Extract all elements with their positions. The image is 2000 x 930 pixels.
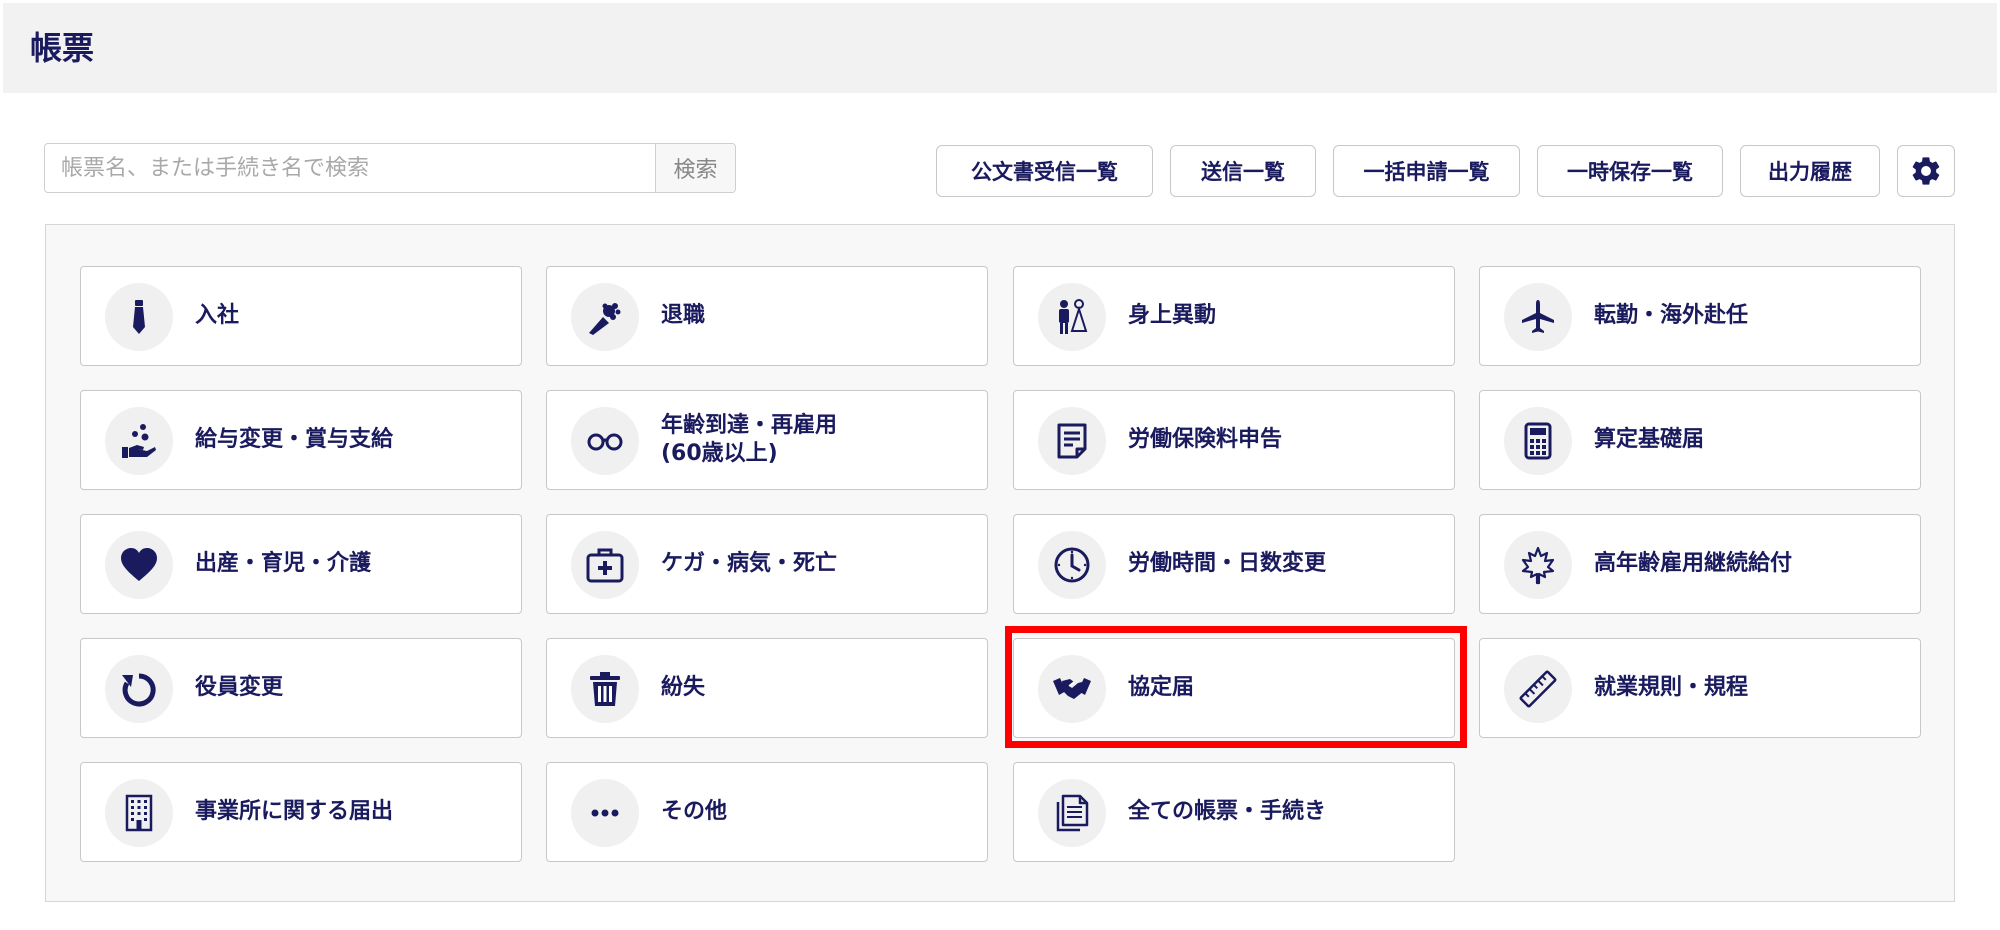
tile-label: 算定基礎届	[1594, 427, 1705, 452]
page-header: 帳票	[3, 3, 1997, 93]
category-tile-other[interactable]: その他	[546, 762, 988, 862]
gear-icon	[1912, 157, 1940, 185]
tile-label: 協定届	[1128, 675, 1195, 700]
tile-label: 転勤・海外赴任	[1594, 303, 1749, 328]
category-tile-salary-bonus[interactable]: 給与変更・賞与支給	[80, 390, 522, 490]
tile-label: 年齢到達・再雇用	[661, 413, 838, 438]
more-dots-icon	[591, 809, 619, 817]
tile-label: 身上異動	[1128, 303, 1217, 328]
heart-icon	[121, 548, 157, 581]
airplane-icon	[1522, 300, 1554, 333]
tile-label: 全ての帳票・手続き	[1128, 799, 1327, 824]
category-tile-agreement[interactable]: 協定届	[1013, 638, 1455, 738]
tile-label-sub: (60歳以上)	[661, 441, 778, 466]
tile-label: 労働時間・日数変更	[1128, 551, 1327, 576]
form-category-grid: 入社 退職 身上異動 転勤・海外赴任 給与変更・賞与支給 年齢到達・再雇用 (6…	[45, 224, 1955, 902]
tile-label: 紛失	[661, 675, 706, 700]
search-input[interactable]	[45, 144, 655, 192]
category-tile-retirement[interactable]: 退職	[546, 266, 988, 366]
tile-label: 退職	[661, 303, 706, 328]
building-icon	[125, 794, 153, 832]
maple-leaf-icon	[1521, 546, 1555, 585]
category-tile-working-hours[interactable]: 労働時間・日数変更	[1013, 514, 1455, 614]
settings-button[interactable]	[1897, 145, 1955, 197]
category-tile-calculation-base[interactable]: 算定基礎届	[1479, 390, 1921, 490]
tile-label: ケガ・病気・死亡	[661, 551, 838, 576]
tile-label: 事業所に関する届出	[195, 799, 394, 824]
clock-icon	[1054, 547, 1090, 583]
tile-label: 出産・育児・介護	[195, 551, 372, 576]
category-tile-hire[interactable]: 入社	[80, 266, 522, 366]
page-title: 帳票	[30, 29, 95, 67]
tile-label: その他	[661, 799, 728, 824]
bouquet-icon	[589, 303, 621, 335]
category-tile-injury-illness[interactable]: ケガ・病気・死亡	[546, 514, 988, 614]
category-tile-age-reemployment[interactable]: 年齢到達・再雇用 (60歳以上)	[546, 390, 988, 490]
sent-list-button[interactable]: 送信一覧	[1170, 145, 1316, 197]
calculator-icon	[1524, 422, 1552, 460]
tile-label: 労働保険料申告	[1128, 427, 1283, 452]
documents-stack-icon	[1056, 794, 1089, 832]
category-tile-work-rules[interactable]: 就業規則・規程	[1479, 638, 1921, 738]
output-history-button[interactable]: 出力履歴	[1740, 145, 1880, 197]
search-box: 検索	[44, 143, 736, 193]
handshake-icon	[1053, 678, 1091, 699]
bulk-application-list-button[interactable]: 一括申請一覧	[1333, 145, 1520, 197]
category-tile-senior-employment[interactable]: 高年齢雇用継続給付	[1479, 514, 1921, 614]
wedding-couple-icon	[1059, 299, 1088, 334]
category-tile-lost[interactable]: 紛失	[546, 638, 988, 738]
category-tile-labor-insurance[interactable]: 労働保険料申告	[1013, 390, 1455, 490]
category-tile-transfer-overseas[interactable]: 転勤・海外赴任	[1479, 266, 1921, 366]
tile-label: 高年齢雇用継続給付	[1594, 551, 1793, 576]
glasses-icon	[587, 433, 623, 451]
trash-icon	[590, 672, 620, 706]
document-icon	[1057, 423, 1087, 459]
refresh-icon	[122, 673, 156, 707]
tile-label: 給与変更・賞与支給	[195, 427, 394, 452]
received-docs-button[interactable]: 公文書受信一覧	[936, 145, 1153, 197]
category-tile-all-forms[interactable]: 全ての帳票・手続き	[1013, 762, 1455, 862]
search-button[interactable]: 検索	[655, 144, 735, 192]
category-tile-personal-change[interactable]: 身上異動	[1013, 266, 1455, 366]
hand-coins-icon	[122, 424, 156, 458]
category-tile-officer-change[interactable]: 役員変更	[80, 638, 522, 738]
temp-saved-list-button[interactable]: 一時保存一覧	[1537, 145, 1723, 197]
tile-label: 就業規則・規程	[1594, 675, 1749, 700]
tile-label: 役員変更	[195, 675, 284, 700]
ruler-icon	[1519, 670, 1557, 708]
tile-label: 入社	[195, 303, 240, 328]
first-aid-kit-icon	[586, 548, 624, 583]
category-tile-childbirth-care[interactable]: 出産・育児・介護	[80, 514, 522, 614]
category-tile-office-notification[interactable]: 事業所に関する届出	[80, 762, 522, 862]
necktie-icon	[133, 300, 145, 334]
